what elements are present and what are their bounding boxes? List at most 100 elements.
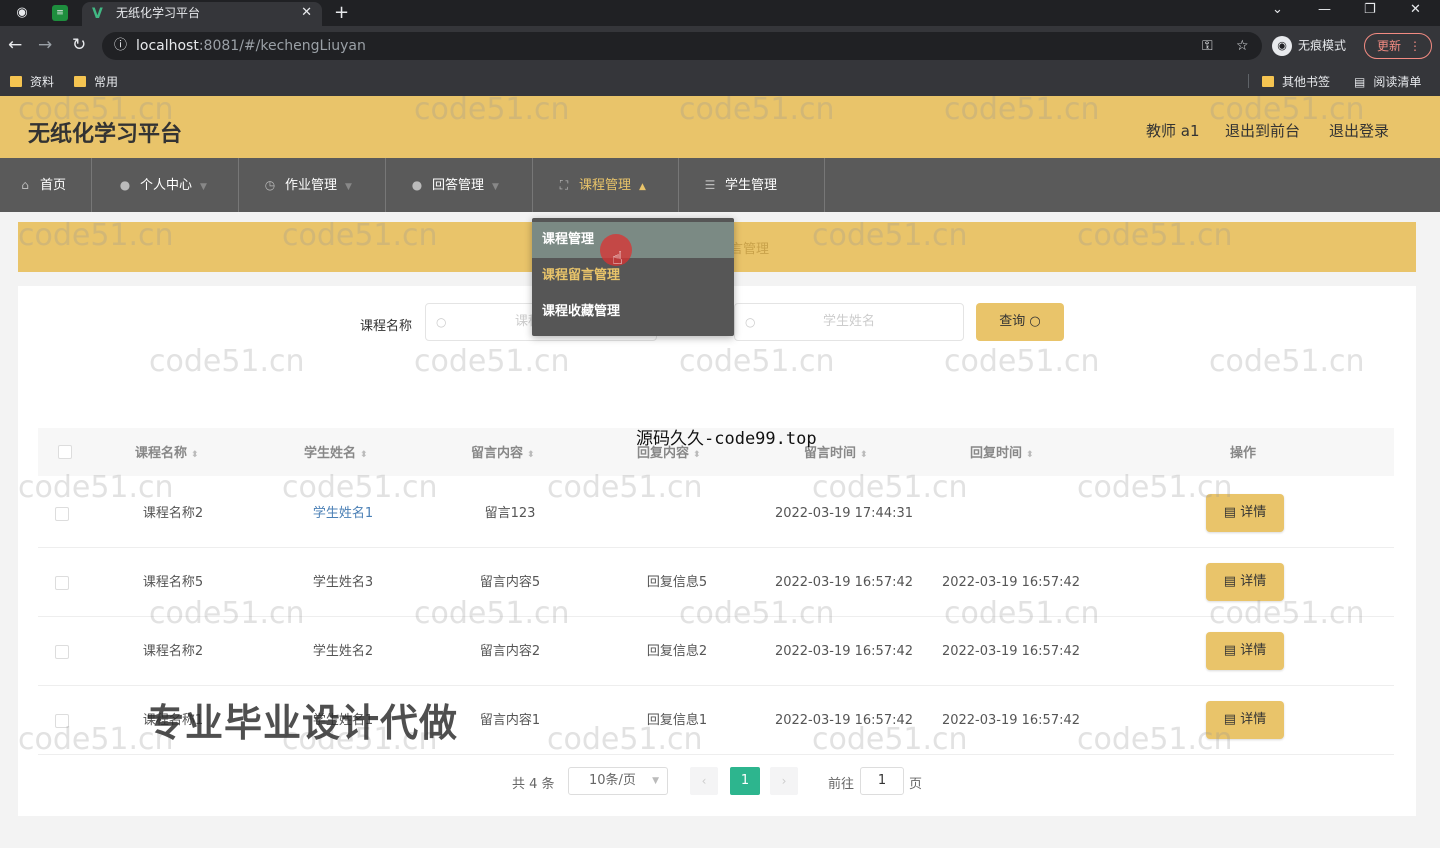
- nav-personal-center[interactable]: ● 个人中心 ▼: [92, 158, 239, 212]
- menu-item-course-message[interactable]: 课程留言管理: [532, 258, 734, 294]
- promo-overlay-text: 专业毕业设计代做: [146, 701, 459, 745]
- cell-message-time: 2022-03-19 16:57:42: [774, 644, 914, 659]
- tab-group-icon[interactable]: ≡: [52, 5, 68, 21]
- cell-reply-time: [932, 479, 1090, 548]
- nav-answers[interactable]: ● 回答管理 ▼: [386, 158, 533, 212]
- reading-list-icon: ▤: [1354, 75, 1366, 89]
- browser-tab[interactable]: V 无纸化学习平台 ✕: [82, 2, 322, 26]
- back-icon[interactable]: ←: [8, 35, 22, 55]
- prev-page-button[interactable]: ‹: [690, 767, 718, 795]
- clock-icon: ◷: [264, 178, 276, 192]
- nav-label: 学生管理: [725, 178, 778, 193]
- update-button[interactable]: 更新 ⋮: [1364, 33, 1432, 59]
- col-message[interactable]: 留言内容 ⬍: [471, 442, 535, 461]
- student-name-input[interactable]: ○ 学生姓名: [734, 303, 964, 341]
- key-icon[interactable]: ⚿: [1202, 32, 1213, 60]
- bookmark-folder-ziliao[interactable]: 资料: [10, 73, 54, 90]
- bookmark-folder-changyong[interactable]: 常用: [74, 73, 118, 90]
- sort-icon: ⬍: [191, 450, 199, 460]
- cell-message: 留言内容2: [479, 644, 541, 659]
- detail-button[interactable]: ▤ 详情: [1206, 494, 1284, 532]
- page-size-select[interactable]: 10条/页 ▼: [568, 767, 668, 795]
- bookmark-label: 阅读清单: [1373, 75, 1422, 89]
- cell-reply-time: 2022-03-19 16:57:42: [941, 713, 1081, 728]
- menu-item-course-favorites[interactable]: 课程收藏管理: [532, 294, 734, 330]
- student-name-placeholder: 学生姓名: [822, 314, 875, 329]
- row-checkbox[interactable]: [55, 576, 69, 590]
- detail-label: 详情: [1240, 712, 1267, 727]
- detail-button[interactable]: ▤ 详情: [1206, 563, 1284, 601]
- hand-cursor-icon: ☝: [612, 248, 623, 269]
- cell-message: 留言内容5: [479, 575, 541, 590]
- nav-label: 回答管理: [432, 178, 485, 193]
- main-nav: ⌂ 首页 ● 个人中心 ▼ ◷ 作业管理 ▼ ● 回答管理 ▼ ⛶ 课程管理 ▲ ☰ 学生管理: [0, 158, 1440, 212]
- detail-label: 详情: [1240, 574, 1267, 589]
- forward-icon[interactable]: →: [38, 35, 52, 55]
- menu-item-course-management[interactable]: 课程管理: [532, 222, 734, 258]
- nav-label: 首页: [40, 178, 67, 193]
- close-window-icon[interactable]: ✕: [1410, 2, 1421, 17]
- more-icon: ⋮: [1409, 39, 1421, 53]
- address-bar: ← → ↻ ⓘ localhost:8081/#/kechengLiuyan ⚿…: [0, 26, 1440, 66]
- cell-reply: [602, 479, 752, 548]
- sort-icon: ⬍: [1026, 450, 1034, 460]
- back-to-front-link[interactable]: 退出到前台: [1225, 120, 1300, 141]
- url-path: :8081/#/kechengLiuyan: [198, 38, 366, 54]
- next-page-button[interactable]: ›: [770, 767, 798, 795]
- cell-reply: 回复信息2: [646, 644, 708, 659]
- restore-icon[interactable]: ❐: [1364, 2, 1376, 17]
- nav-course-management[interactable]: ⛶ 课程管理 ▲: [533, 158, 679, 212]
- cell-message-time: 2022-03-19 16:57:42: [774, 575, 914, 590]
- logout-link[interactable]: 退出登录: [1329, 120, 1389, 141]
- cell-message-time: 2022-03-19 16:57:42: [774, 713, 914, 728]
- col-reply-time[interactable]: 回复时间 ⬍: [970, 442, 1034, 461]
- column-label: 留言内容: [471, 446, 524, 461]
- cell-course: 课程名称2: [142, 644, 204, 659]
- chevron-down-icon: ▼: [492, 182, 499, 192]
- page-1-button[interactable]: 1: [730, 767, 760, 795]
- detail-button[interactable]: ▤ 详情: [1206, 701, 1284, 739]
- source-overlay-text: 源码久久-code99.top: [636, 429, 817, 449]
- nav-home[interactable]: ⌂ 首页: [0, 158, 92, 212]
- row-checkbox[interactable]: [55, 645, 69, 659]
- search-icon: ○: [1029, 314, 1041, 329]
- goto-page-input[interactable]: 1: [860, 767, 904, 795]
- sort-icon: ⬍: [360, 450, 368, 460]
- chevron-up-icon: ▲: [639, 182, 646, 192]
- folder-icon: [74, 76, 86, 87]
- nav-homework[interactable]: ◷ 作业管理 ▼: [239, 158, 386, 212]
- minimize-icon[interactable]: —: [1318, 2, 1331, 17]
- col-course-name[interactable]: 课程名称 ⬍: [135, 442, 199, 461]
- bookmark-other[interactable]: 其他书签: [1262, 73, 1330, 90]
- row-checkbox[interactable]: [55, 507, 69, 521]
- close-tab-icon[interactable]: ✕: [301, 2, 312, 24]
- nav-label: 课程管理: [579, 178, 632, 193]
- folder-icon: [10, 76, 22, 87]
- app-title: 无纸化学习平台: [28, 122, 183, 147]
- star-icon[interactable]: ☆: [1236, 32, 1249, 60]
- chevron-down-icon[interactable]: ⌄: [1272, 2, 1283, 17]
- col-student-name[interactable]: 学生姓名 ⬍: [304, 442, 368, 461]
- incognito-indicator[interactable]: ◉ 无痕模式: [1272, 36, 1346, 56]
- page-suffix: 页: [909, 777, 923, 792]
- row-checkbox[interactable]: [55, 714, 69, 728]
- detail-button[interactable]: ▤ 详情: [1206, 632, 1284, 670]
- user-icon: ●: [119, 178, 131, 192]
- query-button[interactable]: 查询 ○: [976, 303, 1064, 341]
- info-icon[interactable]: ⓘ: [114, 32, 127, 60]
- breadcrumb-text: 言管理: [730, 242, 770, 257]
- document-icon: ▤: [1223, 574, 1237, 589]
- column-label: 课程名称: [135, 446, 188, 461]
- query-label: 查询: [999, 314, 1026, 329]
- new-tab-icon[interactable]: +: [334, 2, 349, 23]
- bookmark-label: 其他书签: [1282, 75, 1331, 89]
- expand-icon: ⛶: [559, 178, 569, 192]
- home-icon: ⌂: [21, 178, 29, 192]
- course-management-dropdown: 课程管理 课程留言管理 课程收藏管理: [532, 218, 734, 336]
- reading-list[interactable]: ▤ 阅读清单: [1354, 73, 1421, 90]
- select-all-checkbox[interactable]: [58, 445, 72, 459]
- nav-student-management[interactable]: ☰ 学生管理: [679, 158, 825, 212]
- reload-icon[interactable]: ↻: [72, 35, 86, 55]
- globe-icon[interactable]: ◉: [14, 5, 30, 21]
- url-field[interactable]: ⓘ localhost:8081/#/kechengLiuyan ⚿ ☆: [102, 32, 1262, 60]
